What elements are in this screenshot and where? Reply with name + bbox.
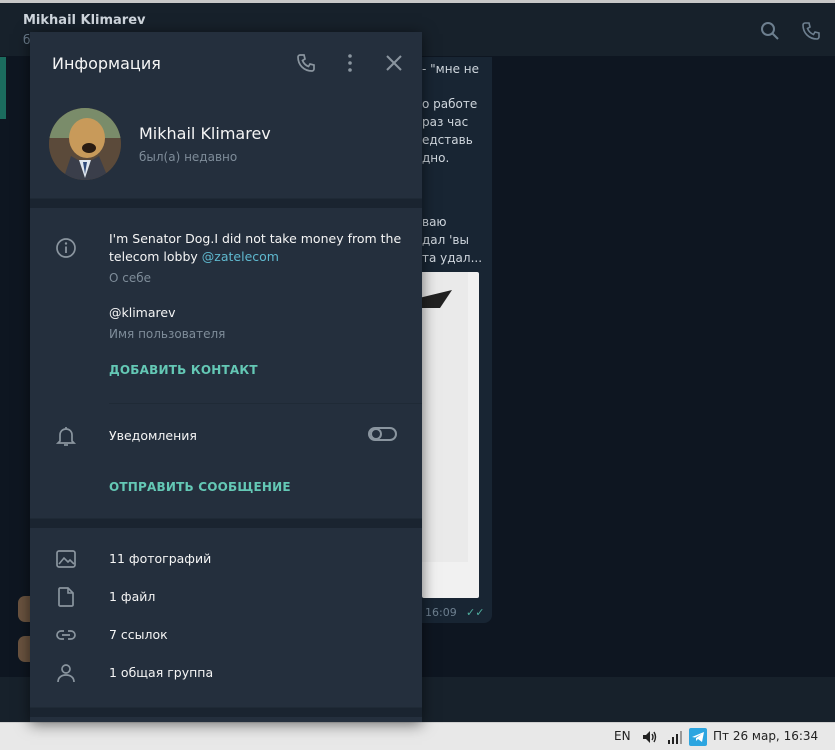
bell-icon [55,427,77,446]
section-divider [30,198,422,208]
volume-icon[interactable] [641,728,659,746]
user-info-panel: Информация Mikhail Klimarev был(а) недав… [30,32,422,722]
section-divider [30,518,422,528]
file-icon [58,587,74,607]
message-text: дно. [422,151,450,165]
media-links-item[interactable]: 7 ссылок [109,627,168,642]
message-text: дал 'вы [422,233,469,247]
call-icon[interactable] [295,52,317,74]
media-groups-item[interactable]: 1 общая группа [109,665,213,680]
message-text: ваю [422,215,447,229]
user-status: был(а) недавно [139,150,238,164]
message-text: та удал... [422,251,483,265]
username[interactable]: @klimarev [109,304,175,322]
chat-title[interactable]: Mikhail Klimarev [23,13,146,28]
message-text: - "мне не [422,62,479,76]
pinned-accent [0,57,6,119]
message-image[interactable] [422,272,479,598]
keyboard-layout[interactable]: EN [614,729,631,743]
read-check-icon: ✓✓ [466,606,485,619]
media-files-item[interactable]: 1 файл [109,589,155,604]
network-icon[interactable] [666,728,684,746]
group-icon [57,664,75,683]
send-message-button[interactable]: ОТПРАВИТЬ СООБЩЕНИЕ [109,480,291,494]
bio-text: I'm Senator Dog.I did not take money fro… [109,230,401,266]
section-divider [30,707,422,717]
user-name: Mikhail Klimarev [139,124,271,143]
bio-caption: О себе [109,271,152,285]
search-icon[interactable] [760,21,780,41]
bio-line-2: telecom lobby [109,249,202,264]
telegram-tray-icon[interactable] [689,728,707,746]
username-caption: Имя пользователя [109,327,226,341]
call-icon[interactable] [801,21,821,41]
bio-line-1: I'm Senator Dog.I did not take money fro… [109,231,402,246]
more-icon[interactable] [339,52,361,74]
panel-title: Информация [52,54,161,73]
info-icon [56,238,76,258]
notifications-label: Уведомления [109,428,197,443]
clock[interactable]: Пт 26 мар, 16:34 [713,729,818,743]
avatar[interactable] [49,108,121,180]
message-text: о работе [422,97,478,111]
system-taskbar: EN Пт 26 мар, 16:34 [0,722,835,750]
link-icon [56,630,76,640]
photo-icon [56,550,76,568]
bio-mention-link[interactable]: @zatelecom [202,249,279,264]
message-time: 16:09 [425,606,457,619]
add-contact-button[interactable]: ДОБАВИТЬ КОНТАКТ [109,363,258,377]
message-text: раз час [422,115,469,129]
message-text: едставь [422,133,473,147]
close-icon[interactable] [383,52,405,74]
media-photos-item[interactable]: 11 фотографий [109,551,211,566]
row-separator [109,403,422,404]
notifications-toggle[interactable] [368,427,397,441]
